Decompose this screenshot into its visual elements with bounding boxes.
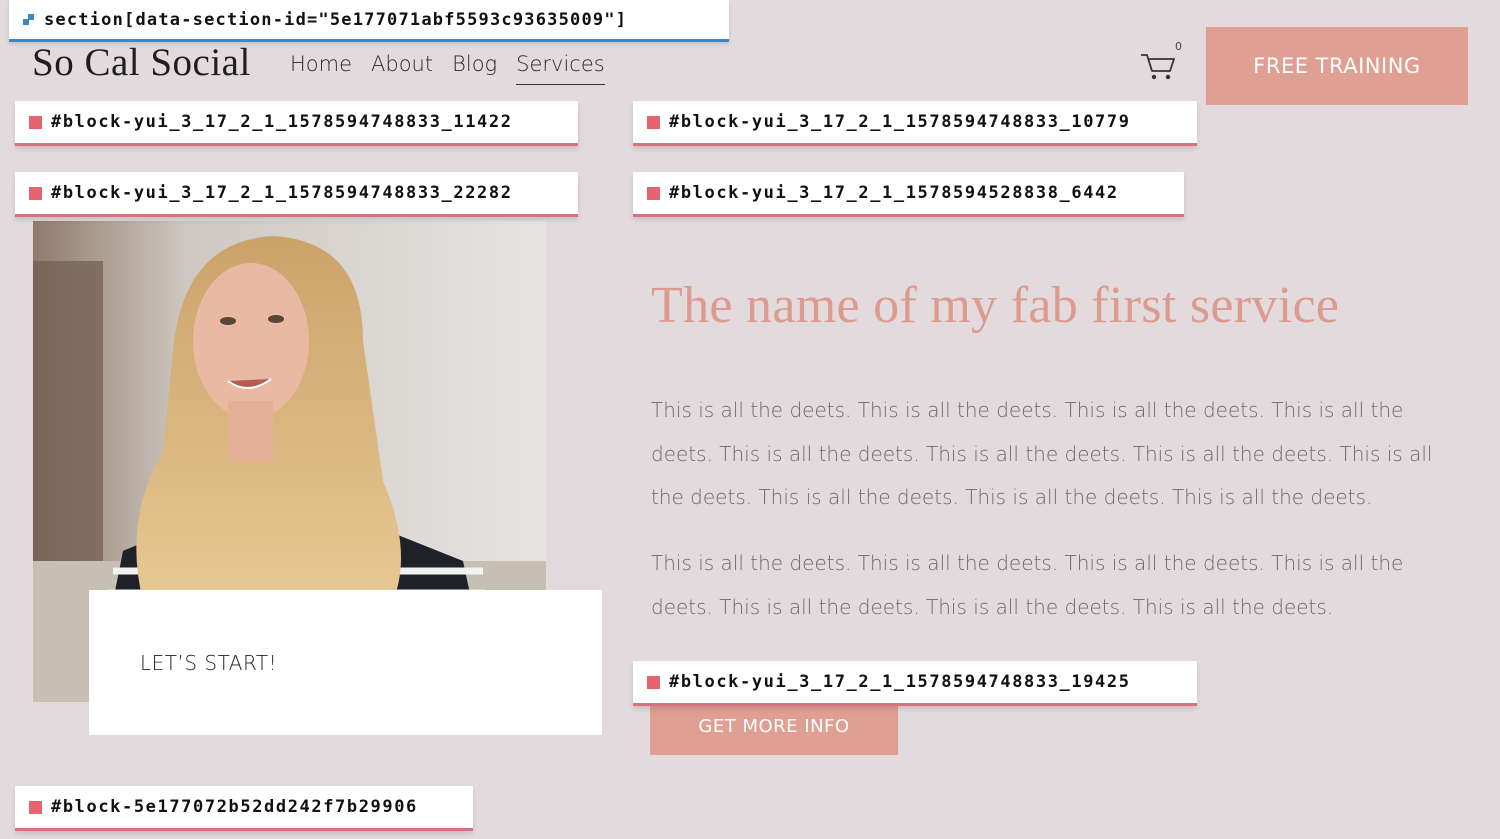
block-label[interactable]: #block-yui_3_17_2_1_1578594748833_22282: [15, 172, 578, 217]
block-square-icon: [647, 115, 660, 129]
block-id: #block-yui_3_17_2_1_1578594748833_10779: [669, 112, 1131, 132]
block-id: #block-yui_3_17_2_1_1578594748833_11422: [51, 112, 513, 132]
block-label[interactable]: #block-yui_3_17_2_1_1578594748833_10779: [633, 101, 1197, 146]
free-training-button[interactable]: FREE TRAINING: [1206, 27, 1468, 105]
site-logo[interactable]: So Cal Social: [32, 40, 251, 85]
block-id: #block-yui_3_17_2_1_1578594748833_22282: [51, 183, 513, 203]
block-label[interactable]: #block-yui_3_17_2_1_1578594748833_19425: [633, 661, 1197, 706]
block-label[interactable]: #block-yui_3_17_2_1_1578594528838_6442: [633, 172, 1184, 217]
nav-blog[interactable]: Blog: [452, 52, 497, 85]
lets-start-box: LET’S START!: [89, 590, 602, 735]
main-nav: Home About Blog Services: [290, 52, 605, 85]
section-outline-label[interactable]: section[data-section-id="5e177071abf5593…: [9, 0, 729, 42]
block-square-icon: [29, 186, 42, 200]
service-headline: The name of my fab first service: [651, 277, 1340, 334]
service-description-1: This is all the deets. This is all the d…: [651, 398, 1433, 509]
section-id: section[data-section-id="5e177071abf5593…: [44, 9, 628, 30]
cart-icon[interactable]: [1140, 48, 1176, 82]
block-square-icon: [29, 800, 42, 814]
section-icon: [23, 14, 34, 25]
nav-about[interactable]: About: [371, 52, 433, 85]
service-description-2: This is all the deets. This is all the d…: [651, 551, 1404, 619]
nav-services[interactable]: Services: [516, 52, 605, 85]
block-id: #block-yui_3_17_2_1_1578594528838_6442: [669, 183, 1119, 203]
lets-start-label: LET’S START!: [140, 650, 278, 675]
block-square-icon: [647, 186, 660, 200]
block-label[interactable]: #block-5e177072b52dd242f7b29906: [15, 786, 473, 831]
block-label[interactable]: #block-yui_3_17_2_1_1578594748833_11422: [15, 101, 578, 146]
cart-count: 0: [1175, 40, 1182, 53]
block-id: #block-5e177072b52dd242f7b29906: [51, 797, 418, 817]
nav-home[interactable]: Home: [290, 52, 352, 85]
block-id: #block-yui_3_17_2_1_1578594748833_19425: [669, 672, 1131, 692]
block-square-icon: [647, 675, 660, 689]
block-square-icon: [29, 115, 42, 129]
